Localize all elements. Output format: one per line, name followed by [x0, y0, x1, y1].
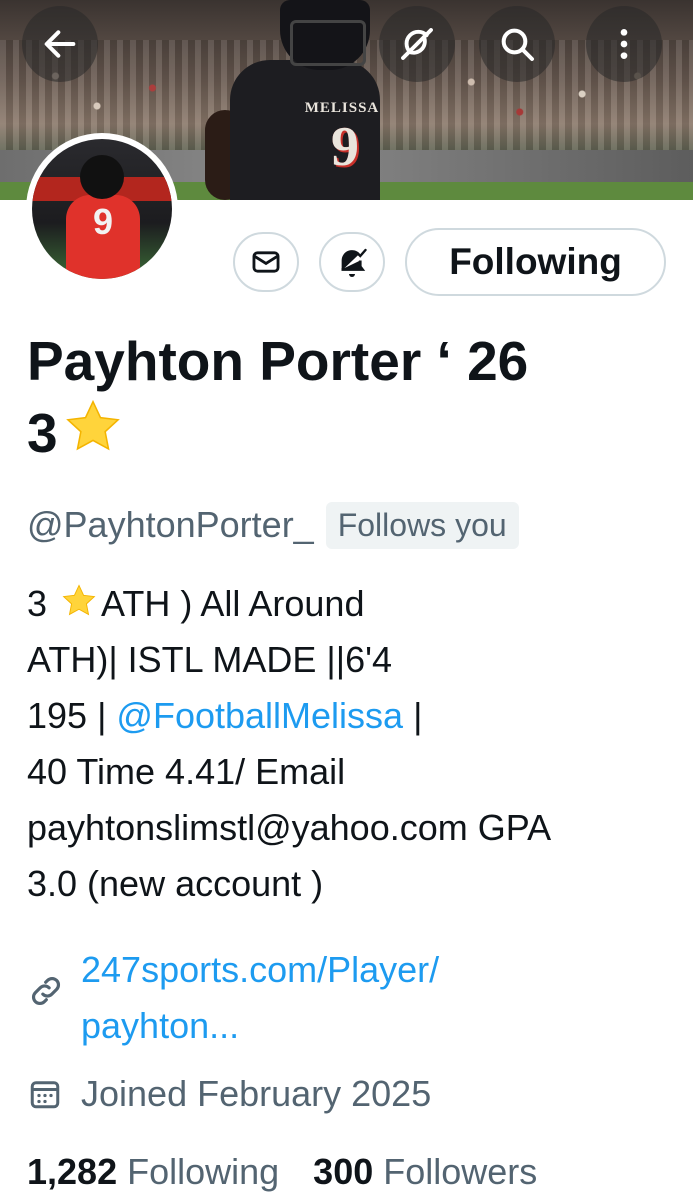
website-link[interactable]: 247sports.com/Player/ payhton... [81, 942, 671, 1054]
search-icon [501, 28, 534, 61]
bio-line-3-end: | [403, 695, 423, 736]
bio-line-3: 195 | @FootballMelissa | [27, 688, 677, 744]
bio-line-6: 3.0 (new account ) [27, 863, 324, 904]
more-button[interactable] [586, 6, 662, 82]
stats-row: 1,282 Following 300 Followers [27, 1146, 537, 1198]
calendar-icon [30, 1081, 60, 1109]
following-button[interactable]: Following [405, 228, 666, 296]
following-label: Following [127, 1151, 280, 1192]
bio-line-1: 3 ATH ) All Around [27, 576, 677, 632]
bio-line-5: payhtonslimstl@yahoo.com GPA [27, 807, 552, 848]
banner-player: MELISSA 9 [200, 0, 400, 200]
handle-row: @PayhtonPorter_ Follows you [27, 500, 519, 550]
avatar[interactable]: 9 [26, 133, 178, 285]
bio-line-1-end: ATH ) All Around [101, 583, 365, 624]
link-icon [32, 977, 60, 1005]
banner-jersey-number: 9 [331, 116, 359, 178]
notifications-button[interactable] [319, 232, 385, 292]
envelope-icon [252, 251, 280, 273]
joined-date: Joined February 2025 [81, 1073, 432, 1114]
website-link-line1: 247sports.com/Player/ [81, 949, 440, 990]
grok-button[interactable] [379, 6, 455, 82]
banner-player-facemask [290, 20, 366, 66]
search-button[interactable] [479, 6, 555, 82]
message-button[interactable] [233, 232, 299, 292]
following-stat[interactable]: 1,282 Following [27, 1151, 279, 1193]
bell-check-icon [341, 248, 367, 277]
follows-you-badge: Follows you [325, 501, 519, 549]
more-vertical-icon [620, 29, 628, 59]
bio-mention-link[interactable]: @FootballMelissa [116, 695, 403, 736]
bio-line-4: 40 Time 4.41/ Email [27, 751, 346, 792]
bio-line-3-start: 195 | [27, 695, 117, 736]
avatar-helmet [80, 155, 124, 199]
profile-name-rating: 3 [27, 402, 58, 464]
profile-handle: @PayhtonPorter_ [27, 504, 314, 545]
profile-bio: 3 ATH ) All Around ATH)| ISTL MADE ||6'4… [27, 576, 677, 912]
arrow-left-icon [44, 30, 76, 58]
followers-stat[interactable]: 300 Followers [313, 1151, 537, 1193]
profile-name-line2: 3 [27, 396, 677, 468]
profile-name: Payhton Porter ‘ 26 3 [27, 326, 677, 468]
avatar-photo: 9 [32, 139, 172, 279]
joined-row: Joined February 2025 [27, 1066, 431, 1122]
grok-icon [401, 28, 433, 60]
star-emoji-icon [62, 584, 96, 616]
followers-label: Followers [383, 1151, 538, 1192]
following-count: 1,282 [27, 1151, 118, 1192]
profile-name-line1: Payhton Porter ‘ 26 [27, 330, 529, 392]
website-link-line2: payhton... [81, 1005, 240, 1046]
back-button[interactable] [22, 6, 98, 82]
avatar-jersey-number: 9 [92, 201, 114, 242]
followers-count: 300 [313, 1151, 374, 1192]
star-emoji-icon [65, 399, 120, 451]
bio-line-1-start: 3 [27, 583, 58, 624]
bio-line-2: ATH)| ISTL MADE ||6'4 [27, 639, 392, 680]
